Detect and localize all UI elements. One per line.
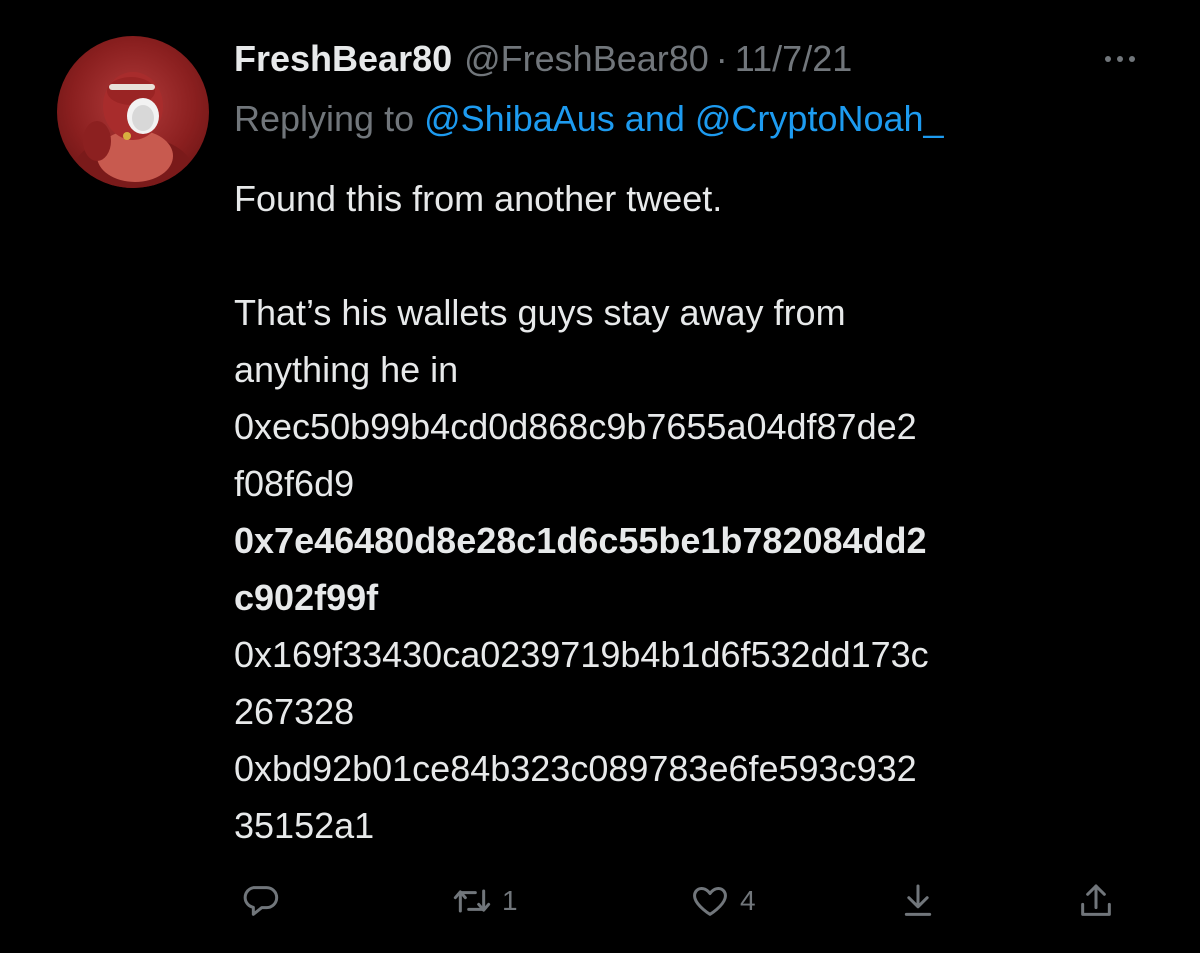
like-count: 4	[740, 885, 756, 916]
reply-icon	[243, 886, 279, 916]
reply-button[interactable]	[240, 876, 280, 926]
user-handle[interactable]: @FreshBear80	[464, 36, 709, 82]
avatar[interactable]	[57, 36, 209, 188]
wallet-address-line: c902f99f	[234, 577, 379, 618]
tweet-date[interactable]: 11/7/21	[735, 36, 852, 82]
tweet-header: FreshBear80 @FreshBear80 · 11/7/21	[234, 36, 852, 82]
retweet-icon	[453, 889, 491, 913]
reply-mention-link[interactable]: @ShibaAus and @CryptoNoah_	[424, 98, 943, 139]
wallet-address-line: f08f6d9	[234, 463, 355, 504]
share-button[interactable]	[1076, 876, 1116, 926]
replying-prefix: Replying to	[234, 98, 415, 139]
tweet-text-line: anything he in	[234, 349, 459, 390]
wallet-address-line: 0xec50b99b4cd0d868c9b7655a04df87de2	[234, 406, 917, 447]
tweet[interactable]: FreshBear80 @FreshBear80 · 11/7/21 Reply…	[0, 0, 1200, 953]
tweet-text-line: That’s his wallets guys stay away from	[234, 292, 846, 333]
avatar-gorilla-image	[73, 72, 193, 188]
wallet-address-line: 0x169f33430ca0239719b4b1d6f532dd173c	[234, 634, 929, 675]
tweet-text-line: Found this from another tweet.	[234, 178, 723, 219]
tweet-actions: 1 4	[0, 876, 1200, 926]
heart-icon	[693, 887, 727, 916]
more-options-button[interactable]	[1096, 42, 1144, 76]
wallet-address-line: 35152a1	[234, 805, 375, 846]
tweet-text: Found this from another tweet. That’s hi…	[234, 170, 1174, 854]
wallet-address-line: 267328	[234, 691, 355, 732]
separator-dot: ·	[715, 38, 728, 79]
share-icon	[1081, 884, 1111, 916]
more-dot-icon	[1117, 56, 1123, 62]
more-dot-icon	[1105, 56, 1111, 62]
more-dot-icon	[1129, 56, 1135, 62]
like-button[interactable]: 4	[690, 876, 756, 926]
replying-to: Replying to @ShibaAus and @CryptoNoah_	[234, 96, 944, 142]
display-name[interactable]: FreshBear80	[234, 36, 452, 82]
download-button[interactable]	[898, 876, 938, 926]
retweet-count: 1	[502, 885, 518, 916]
retweet-button[interactable]: 1	[452, 876, 518, 926]
wallet-address-line: 0xbd92b01ce84b323c089783e6fe593c932	[234, 748, 917, 789]
wallet-address-line: 0x7e46480d8e28c1d6c55be1b782084dd2	[234, 520, 927, 561]
download-icon	[904, 884, 932, 916]
